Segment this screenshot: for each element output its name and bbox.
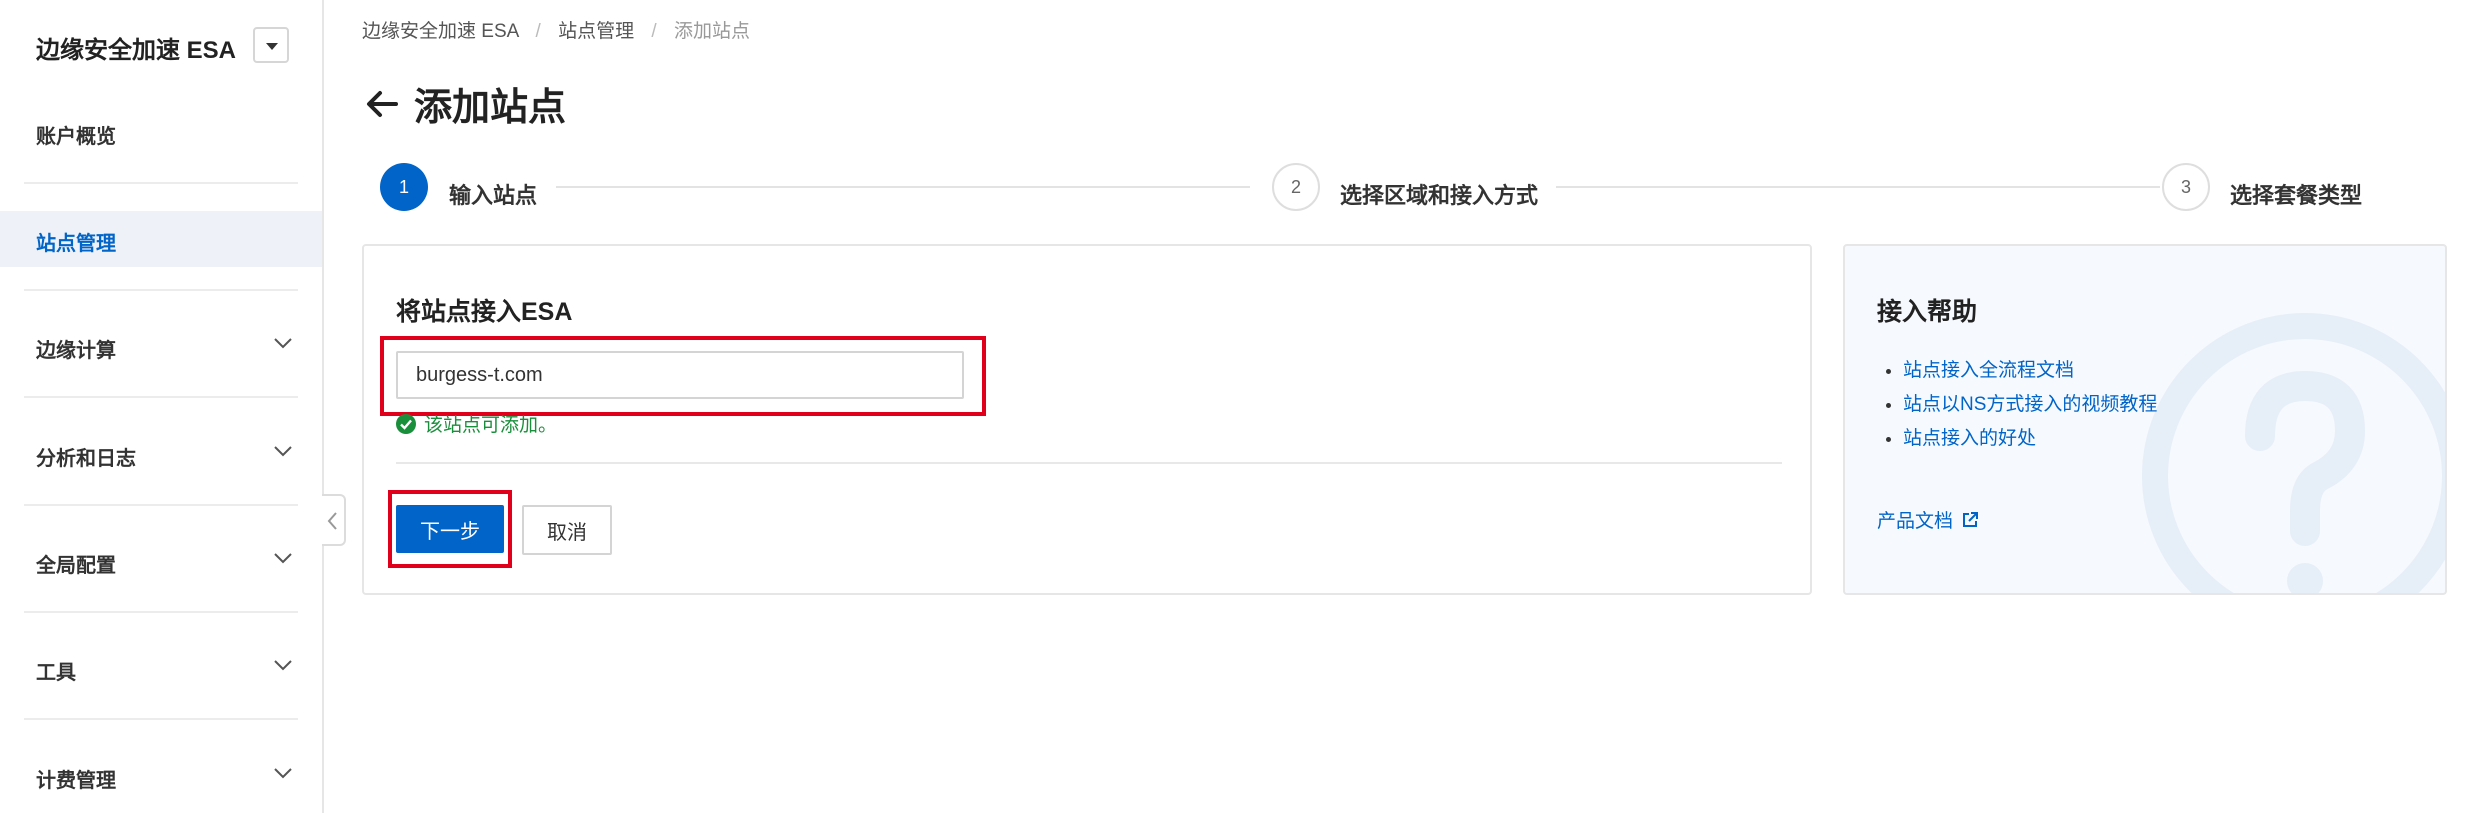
check-circle-icon <box>396 413 416 434</box>
chevron-down-icon <box>274 338 292 349</box>
step-connector <box>556 186 1250 188</box>
page-title-row: 添加站点 <box>362 76 566 131</box>
sidebar-item-label: 分析和日志 <box>36 448 136 470</box>
sidebar-item-label: 站点管理 <box>36 233 116 255</box>
external-link-icon <box>1963 511 1979 527</box>
breadcrumb-separator: / <box>535 21 541 42</box>
sidebar-divider <box>24 718 298 720</box>
sidebar-divider <box>24 182 298 184</box>
product-doc-link[interactable]: 产品文档 <box>1877 506 1979 533</box>
step-2-indicator: 2 <box>1272 163 1320 211</box>
question-icon <box>2142 313 2445 593</box>
breadcrumb: 边缘安全加速 ESA / 站点管理 / 添加站点 <box>362 16 750 43</box>
page-title: 添加站点 <box>414 87 567 129</box>
sidebar-divider <box>24 289 298 291</box>
sidebar-item-label: 计费管理 <box>36 770 116 792</box>
app-title: 边缘安全加速 ESA <box>36 37 237 64</box>
sidebar-item-label: 边缘计算 <box>36 340 116 362</box>
chevron-left-icon <box>327 512 337 530</box>
sidebar-item-tools[interactable]: 工具 <box>0 640 322 696</box>
step-1-indicator: 1 <box>380 163 428 211</box>
arrow-left-icon[interactable] <box>362 84 402 124</box>
sidebar-item-site-management[interactable]: 站点管理 <box>0 211 322 267</box>
card-divider <box>396 462 1782 464</box>
help-panel: 接入帮助 站点接入全流程文档 站点以NS方式接入的视频教程 站点接入的好处 产品… <box>1843 244 2447 595</box>
help-title: 接入帮助 <box>1877 298 1978 326</box>
help-link-full-guide[interactable]: 站点接入全流程文档 <box>1903 354 2157 388</box>
product-switch-dropdown[interactable] <box>253 27 289 63</box>
sidebar-item-billing[interactable]: 计费管理 <box>0 748 322 804</box>
step-connector <box>1556 186 2160 188</box>
validation-message: 该站点可添加。 <box>396 410 557 437</box>
chevron-down-icon <box>274 768 292 779</box>
help-link-benefits[interactable]: 站点接入的好处 <box>1903 422 2157 456</box>
sidebar-item-global-config[interactable]: 全局配置 <box>0 533 322 589</box>
validation-text: 该站点可添加。 <box>424 415 558 436</box>
chevron-down-icon <box>274 553 292 564</box>
help-link-ns-video[interactable]: 站点以NS方式接入的视频教程 <box>1903 388 2157 422</box>
breadcrumb-item-current: 添加站点 <box>673 21 750 42</box>
sidebar-divider <box>24 396 298 398</box>
sidebar-item-account-overview[interactable]: 账户概览 <box>0 104 322 160</box>
sidebar-item-edge-computing[interactable]: 边缘计算 <box>0 318 322 374</box>
sidebar-item-label: 全局配置 <box>36 555 116 577</box>
sidebar-collapse-button[interactable] <box>322 494 346 546</box>
breadcrumb-item-esa[interactable]: 边缘安全加速 ESA <box>362 21 518 42</box>
sidebar-item-analytics-logs[interactable]: 分析和日志 <box>0 426 322 482</box>
chevron-down-icon <box>274 660 292 671</box>
next-step-button[interactable]: 下一步 <box>396 505 504 553</box>
step-1-label: 输入站点 <box>449 183 538 208</box>
breadcrumb-separator: / <box>651 21 657 42</box>
cancel-button[interactable]: 取消 <box>522 505 612 555</box>
sidebar-divider <box>24 611 298 613</box>
breadcrumb-item-site-management[interactable]: 站点管理 <box>558 21 634 42</box>
sidebar-item-label: 工具 <box>36 662 76 684</box>
step-2-label: 选择区域和接入方式 <box>1340 183 1539 208</box>
add-site-card: 将站点接入ESA 该站点可添加。 下一步 取消 <box>362 244 1812 595</box>
chevron-down-icon <box>274 446 292 457</box>
step-3-label: 选择套餐类型 <box>2230 183 2363 208</box>
step-3-indicator: 3 <box>2162 163 2210 211</box>
product-doc-label: 产品文档 <box>1877 511 1954 532</box>
card-title: 将站点接入ESA <box>396 298 573 326</box>
site-domain-input[interactable] <box>396 351 964 399</box>
sidebar: 边缘安全加速 ESA 账户概览 站点管理 边缘计算 分析和日志 全局配置 工具 … <box>0 0 324 813</box>
sidebar-divider <box>24 504 298 506</box>
sidebar-item-label: 账户概览 <box>36 126 116 148</box>
help-links: 站点接入全流程文档 站点以NS方式接入的视频教程 站点接入的好处 <box>1877 354 2157 456</box>
